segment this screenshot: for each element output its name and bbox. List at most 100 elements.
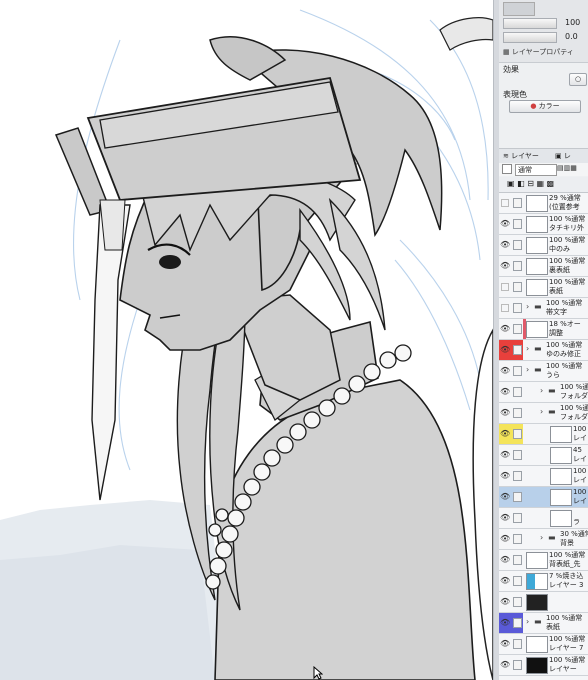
opacity-slider[interactable] bbox=[503, 18, 557, 29]
layer-lock-icon[interactable] bbox=[513, 618, 522, 628]
layer-lock-icon[interactable] bbox=[513, 534, 522, 544]
visibility-eye-icon[interactable]: 👁 bbox=[500, 261, 510, 270]
layer-lock-icon[interactable] bbox=[513, 387, 522, 397]
layer-lock-icon[interactable] bbox=[513, 513, 522, 523]
tab-other[interactable]: ▣ レ bbox=[555, 151, 571, 161]
layer-row[interactable]: 👁 100 %通常 レイヤー 7 bbox=[499, 634, 588, 655]
layer-lock-icon[interactable] bbox=[513, 639, 522, 649]
layer-lock-icon[interactable] bbox=[513, 282, 522, 292]
color-preview[interactable] bbox=[503, 2, 535, 16]
visibility-eye-icon[interactable] bbox=[501, 304, 509, 312]
layer-row[interactable]: 👁 › ▬ 100 %通常フォルダ bbox=[499, 382, 588, 403]
visibility-eye-icon[interactable]: 👁 bbox=[500, 555, 510, 564]
visibility-eye-icon[interactable]: 👁 bbox=[500, 345, 510, 354]
visibility-eye-icon[interactable]: 👁 bbox=[500, 576, 510, 585]
visibility-eye-icon[interactable]: 👁 bbox=[500, 450, 510, 459]
color-palette-icon: ● bbox=[530, 102, 537, 110]
visibility-eye-icon[interactable]: 👁 bbox=[500, 597, 510, 606]
effect-toggle-button[interactable]: ○ bbox=[569, 73, 587, 86]
layer-lock-icon[interactable] bbox=[513, 345, 522, 355]
layer-lock-icon[interactable] bbox=[513, 429, 522, 439]
mouse-cursor-icon bbox=[313, 666, 323, 680]
layer-lock-icon[interactable] bbox=[513, 261, 522, 271]
visibility-eye-icon[interactable]: 👁 bbox=[500, 324, 510, 333]
layer-lock-icon[interactable] bbox=[513, 219, 522, 229]
layer-lock-icon[interactable] bbox=[513, 576, 522, 586]
panel-tool-icons[interactable]: ▤▥▦ bbox=[557, 164, 577, 172]
layer-lock-icon[interactable] bbox=[513, 471, 522, 481]
layer-lock-icon[interactable] bbox=[513, 597, 522, 607]
visibility-eye-icon[interactable]: 👁 bbox=[500, 492, 510, 501]
layer-row[interactable]: 👁 ラ bbox=[499, 508, 588, 529]
layer-row[interactable]: 👁 18 %オー 調整 bbox=[499, 319, 588, 340]
visibility-eye-icon[interactable]: 👁 bbox=[500, 219, 510, 228]
layer-color-box[interactable] bbox=[502, 164, 512, 174]
layer-row[interactable]: 👁 100 %通常 裏表紙 bbox=[499, 256, 588, 277]
layer-lock-icon[interactable] bbox=[513, 660, 522, 670]
folder-chevron-icon[interactable]: › bbox=[526, 617, 529, 626]
folder-chevron-icon[interactable]: › bbox=[540, 533, 543, 542]
visibility-eye-icon[interactable]: 👁 bbox=[500, 471, 510, 480]
layer-lock-icon[interactable] bbox=[513, 450, 522, 460]
folder-chevron-icon[interactable]: › bbox=[540, 386, 543, 395]
layer-opacity-mode: 100 %通常 bbox=[549, 236, 586, 244]
tab-layer-property[interactable]: ▦ レイヤープロパティ bbox=[503, 46, 574, 58]
visibility-eye-icon[interactable]: 👁 bbox=[500, 534, 510, 543]
visibility-eye-icon[interactable]: 👁 bbox=[500, 513, 510, 522]
layer-row[interactable]: 29 %通常 (位置参考 bbox=[499, 193, 588, 214]
layer-lock-icon[interactable] bbox=[513, 303, 522, 313]
layer-row[interactable]: 👁 7 %焼き込 レイヤー 3 bbox=[499, 571, 588, 592]
layer-row[interactable]: 👁 › ▬ 100 %通常フォルダ bbox=[499, 403, 588, 424]
folder-chevron-icon[interactable]: › bbox=[526, 365, 529, 374]
layer-lock-icon[interactable] bbox=[513, 408, 522, 418]
layer-row[interactable]: 👁 100 %通常 タチキリ外 bbox=[499, 214, 588, 235]
layer-thumbnail bbox=[526, 552, 548, 569]
layer-name: レイヤー 7 bbox=[549, 644, 584, 652]
visibility-eye-icon[interactable]: 👁 bbox=[500, 639, 510, 648]
folder-chevron-icon[interactable]: › bbox=[540, 407, 543, 416]
offset-value: 0.0 bbox=[565, 32, 578, 41]
layer-row[interactable]: 👁 100 %通常 レイヤー bbox=[499, 655, 588, 676]
layer-row[interactable]: 👁 bbox=[499, 592, 588, 613]
layer-lock-icon[interactable] bbox=[513, 324, 522, 334]
visibility-eye-icon[interactable] bbox=[501, 283, 509, 291]
visibility-eye-icon[interactable]: 👁 bbox=[500, 660, 510, 669]
visibility-eye-icon[interactable] bbox=[501, 199, 509, 207]
tab-layer[interactable]: ≋ レイヤー bbox=[503, 151, 539, 161]
layer-toolbar-icons[interactable]: ▣ ◧ ⊟ ▦ ▩ bbox=[507, 179, 554, 188]
layer-thumbnail bbox=[550, 447, 572, 464]
folder-chevron-icon[interactable]: › bbox=[526, 344, 529, 353]
visibility-eye-icon[interactable]: 👁 bbox=[500, 618, 510, 627]
color-mode-button[interactable]: ● カラー bbox=[509, 100, 581, 113]
layer-row[interactable]: 👁 › ▬ 30 %通常背景 bbox=[499, 529, 588, 550]
offset-slider[interactable] bbox=[503, 32, 557, 43]
layer-row[interactable]: 👁 100 レイ bbox=[499, 466, 588, 487]
layer-row[interactable]: 100 %通常 表紙 bbox=[499, 277, 588, 298]
drawing-canvas[interactable] bbox=[0, 0, 493, 680]
visibility-eye-icon[interactable]: 👁 bbox=[500, 408, 510, 417]
folder-chevron-icon[interactable]: › bbox=[526, 302, 529, 311]
visibility-eye-icon[interactable]: 👁 bbox=[500, 429, 510, 438]
layer-lock-icon[interactable] bbox=[513, 240, 522, 250]
layer-row[interactable]: 👁 › ▬ 100 %通常 うら bbox=[499, 361, 588, 382]
side-panel: 100 0.0 ▦ レイヤープロパティ 効果 ○ 表現色 ● カラー ≋ レイヤ… bbox=[499, 0, 588, 680]
layer-name: 調整 bbox=[549, 329, 563, 337]
layer-thumbnail bbox=[550, 489, 572, 506]
layer-row[interactable]: 👁 45 レイ bbox=[499, 445, 588, 466]
layer-row[interactable]: 👁 › ▬ 100 %通常 表紙 bbox=[499, 613, 588, 634]
layer-lock-icon[interactable] bbox=[513, 366, 522, 376]
layer-row[interactable]: › ▬ 100 %通常 帯文字 bbox=[499, 298, 588, 319]
layer-name: フォルダ bbox=[560, 413, 588, 421]
layer-row[interactable]: 👁 100 %通常 中のみ bbox=[499, 235, 588, 256]
layer-row[interactable]: 👁 100 レイ bbox=[499, 487, 588, 508]
visibility-eye-icon[interactable]: 👁 bbox=[500, 387, 510, 396]
layer-lock-icon[interactable] bbox=[513, 198, 522, 208]
blend-mode-select[interactable]: 通常 bbox=[515, 164, 557, 176]
visibility-eye-icon[interactable]: 👁 bbox=[500, 240, 510, 249]
layer-row[interactable]: 👁 › ▬ 100 %通常 ゆのみ修正 bbox=[499, 340, 588, 361]
layer-row[interactable]: 👁 100 %通常 背表紙_先 bbox=[499, 550, 588, 571]
layer-lock-icon[interactable] bbox=[513, 492, 522, 502]
layer-row[interactable]: 👁 100 レイ bbox=[499, 424, 588, 445]
layer-lock-icon[interactable] bbox=[513, 555, 522, 565]
visibility-eye-icon[interactable]: 👁 bbox=[500, 366, 510, 375]
